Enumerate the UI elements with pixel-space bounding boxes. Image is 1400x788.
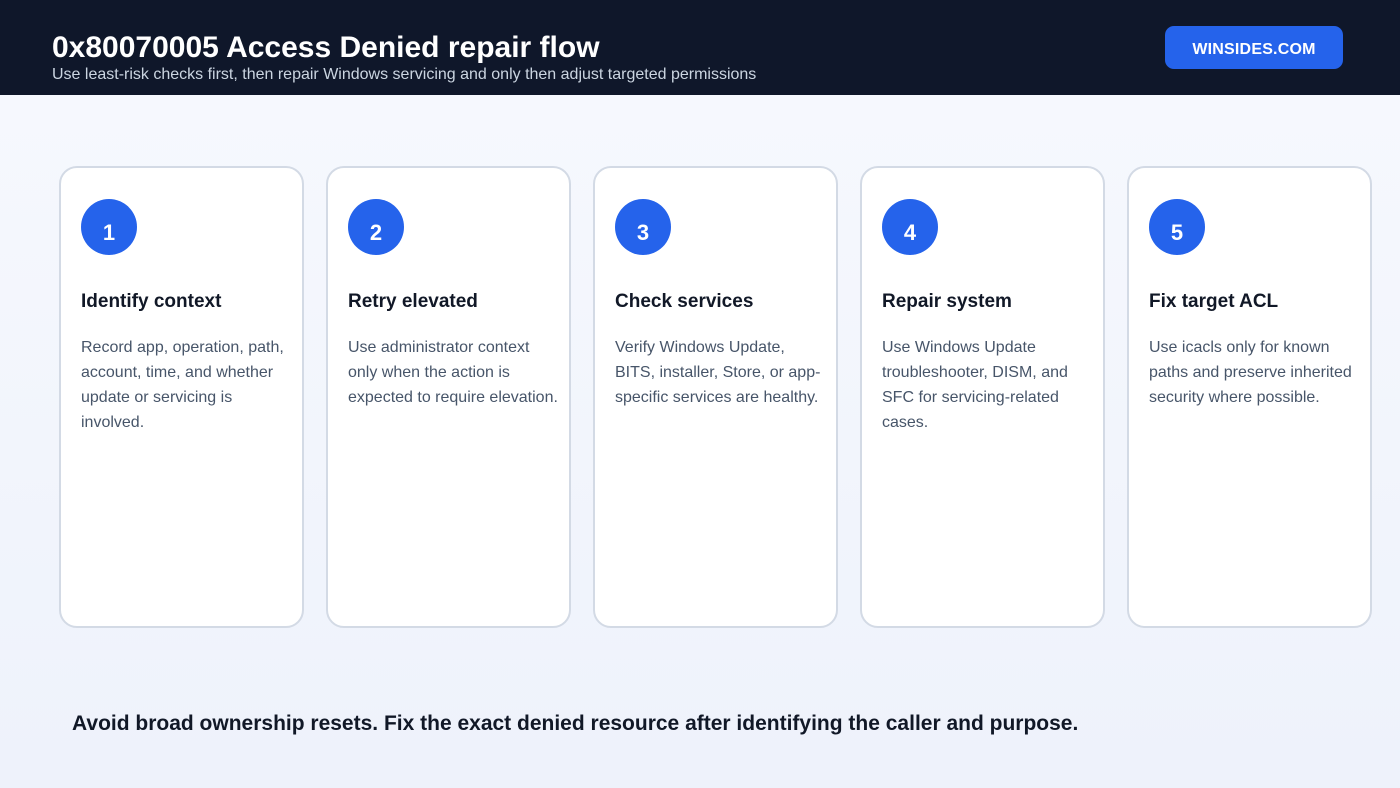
step-description: Verify Windows Update, BITS, installer, … <box>615 339 821 406</box>
step-description: Record app, operation, path, account, ti… <box>81 339 284 431</box>
step-title: Fix target ACL <box>1149 291 1279 312</box>
brand-link-button[interactable]: WINSIDES.COM <box>1165 26 1343 69</box>
step-card-5: 5 Fix target ACL Use icacls only for kno… <box>1127 166 1372 628</box>
step-number-badge: 2 <box>348 199 404 255</box>
step-number-badge: 1 <box>81 199 137 255</box>
footer-note: Avoid broad ownership resets. Fix the ex… <box>72 712 1079 735</box>
step-description: Use icacls only for known paths and pres… <box>1149 339 1352 406</box>
step-number-badge: 4 <box>882 199 938 255</box>
step-description: Use Windows Update troubleshooter, DISM,… <box>882 339 1068 431</box>
step-title: Retry elevated <box>348 291 478 312</box>
step-title: Identify context <box>81 291 222 312</box>
page-title: 0x80070005 Access Denied repair flow <box>52 31 600 64</box>
step-card-1: 1 Identify context Record app, operation… <box>59 166 304 628</box>
step-number-badge: 3 <box>615 199 671 255</box>
header-bar: 0x80070005 Access Denied repair flow Use… <box>0 0 1400 95</box>
step-description: Use administrator context only when the … <box>348 339 558 406</box>
step-card-4: 4 Repair system Use Windows Update troub… <box>860 166 1105 628</box>
step-title: Check services <box>615 291 754 312</box>
page-subtitle: Use least-risk checks first, then repair… <box>52 66 757 83</box>
step-card-3: 3 Check services Verify Windows Update, … <box>593 166 838 628</box>
step-number-badge: 5 <box>1149 199 1205 255</box>
step-title: Repair system <box>882 291 1012 312</box>
step-card-2: 2 Retry elevated Use administrator conte… <box>326 166 571 628</box>
